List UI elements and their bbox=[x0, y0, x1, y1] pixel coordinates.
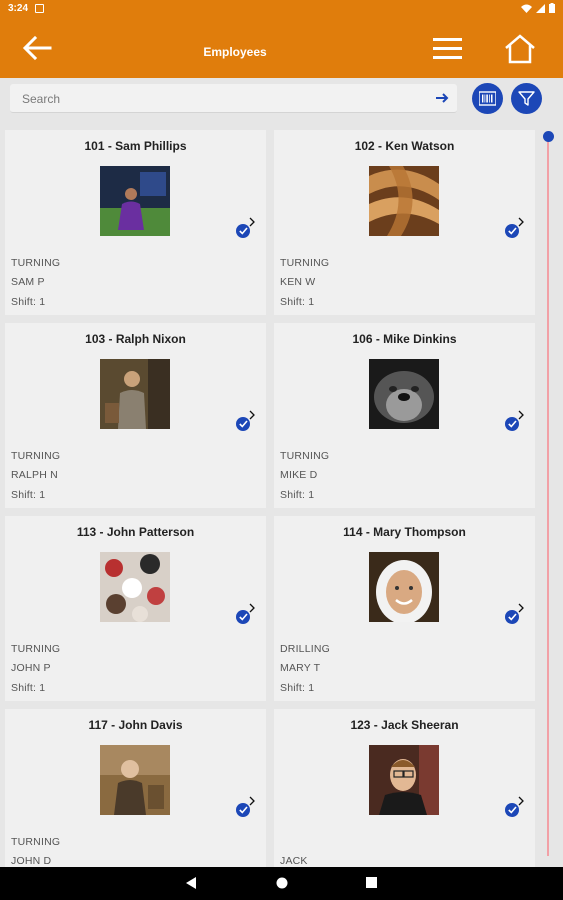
check-icon bbox=[236, 410, 255, 431]
employee-department: TURNING bbox=[280, 450, 330, 462]
employee-shift: Shift: 1 bbox=[280, 682, 315, 694]
arrow-right-icon bbox=[436, 93, 449, 103]
home-icon bbox=[505, 34, 535, 64]
nav-back-icon[interactable] bbox=[186, 877, 197, 889]
employee-card[interactable]: 106 - Mike Dinkins TURNING MIKE D Shift:… bbox=[274, 323, 535, 508]
employee-shift: Shift: 1 bbox=[280, 489, 315, 501]
employee-name: 102 - Ken Watson bbox=[354, 139, 455, 153]
barcode-icon bbox=[479, 91, 496, 106]
system-icons bbox=[521, 3, 555, 13]
employee-photo bbox=[100, 166, 170, 236]
check-icon bbox=[236, 603, 255, 624]
employee-department: TURNING bbox=[11, 643, 61, 655]
employee-name: 103 - Ralph Nixon bbox=[85, 332, 186, 346]
menu-button[interactable] bbox=[430, 34, 466, 64]
employee-photo bbox=[100, 552, 170, 622]
search-bar bbox=[10, 84, 457, 113]
employee-name: 114 - Mary Thompson bbox=[343, 525, 466, 539]
employee-short-name: JOHN D bbox=[11, 855, 52, 867]
employee-card[interactable]: 114 - Mary Thompson DRILLING MARY T Shif… bbox=[274, 516, 535, 701]
employee-card[interactable]: 123 - Jack Sheeran JACK bbox=[274, 709, 535, 867]
employee-card[interactable]: 102 - Ken Watson TURNING KEN W Shift: 1 bbox=[274, 130, 535, 315]
check-icon bbox=[505, 603, 524, 624]
cellular-icon bbox=[536, 3, 545, 13]
employee-department: TURNING bbox=[11, 450, 61, 462]
check-icon bbox=[505, 796, 524, 817]
employee-card[interactable]: 113 - John Patterson TURNING JOHN P Shif… bbox=[5, 516, 266, 701]
employee-card[interactable]: 101 - Sam Phillips TURNING SAM P Shift: … bbox=[5, 130, 266, 315]
check-icon bbox=[236, 796, 255, 817]
employee-shift: Shift: 1 bbox=[11, 682, 46, 694]
scroll-thumb[interactable] bbox=[543, 131, 554, 142]
check-icon bbox=[505, 217, 524, 238]
employee-photo bbox=[369, 359, 439, 429]
employee-name: 101 - Sam Phillips bbox=[84, 139, 187, 153]
hamburger-menu-icon bbox=[433, 38, 462, 59]
wifi-icon bbox=[521, 4, 532, 13]
screen: 3:24 Employees Search 101 - Sam Phillips… bbox=[0, 0, 563, 900]
check-icon bbox=[505, 410, 524, 431]
employee-shift: Shift: 1 bbox=[280, 296, 315, 308]
employee-shift: Shift: 1 bbox=[11, 489, 46, 501]
filter-icon bbox=[518, 91, 535, 106]
employee-short-name: MARY T bbox=[280, 662, 321, 674]
page-title: Employees bbox=[203, 45, 267, 59]
filter-button[interactable] bbox=[511, 83, 542, 114]
employee-grid: 101 - Sam Phillips TURNING SAM P Shift: … bbox=[5, 130, 535, 867]
notification-icon bbox=[35, 4, 44, 13]
employee-photo bbox=[369, 166, 439, 236]
employee-short-name: RALPH N bbox=[11, 469, 58, 481]
nav-recents-icon[interactable] bbox=[366, 877, 377, 888]
employee-short-name: JACK bbox=[280, 855, 308, 867]
employee-department: TURNING bbox=[280, 257, 330, 269]
search-submit-button[interactable] bbox=[435, 91, 449, 105]
employee-shift: Shift: 1 bbox=[11, 296, 46, 308]
battery-icon bbox=[549, 3, 555, 13]
search-input[interactable] bbox=[10, 84, 420, 113]
barcode-scan-button[interactable] bbox=[472, 83, 503, 114]
status-bar: 3:24 bbox=[0, 0, 563, 18]
employee-department: TURNING bbox=[11, 257, 61, 269]
employee-short-name: JOHN P bbox=[11, 662, 51, 674]
check-icon bbox=[236, 217, 255, 238]
employee-photo bbox=[369, 552, 439, 622]
employee-photo bbox=[369, 745, 439, 815]
employee-name: 113 - John Patterson bbox=[76, 525, 195, 539]
employee-name: 123 - Jack Sheeran bbox=[350, 718, 459, 732]
scroll-track[interactable] bbox=[547, 138, 549, 856]
employee-short-name: KEN W bbox=[280, 276, 316, 288]
employee-card[interactable]: 117 - John Davis TURNING JOHN D bbox=[5, 709, 266, 867]
employee-name: 117 - John Davis bbox=[88, 718, 183, 732]
home-button[interactable] bbox=[502, 32, 538, 66]
nav-home-icon[interactable] bbox=[276, 877, 288, 889]
employee-short-name: SAM P bbox=[11, 276, 45, 288]
employee-name: 106 - Mike Dinkins bbox=[352, 332, 457, 346]
employee-department: TURNING bbox=[11, 836, 61, 848]
employee-photo bbox=[100, 359, 170, 429]
system-navigation-bar bbox=[0, 867, 563, 900]
app-bar: Employees bbox=[0, 18, 563, 78]
status-time: 3:24 bbox=[8, 3, 29, 14]
employee-photo bbox=[100, 745, 170, 815]
employee-card[interactable]: 103 - Ralph Nixon TURNING RALPH N Shift:… bbox=[5, 323, 266, 508]
employee-department: DRILLING bbox=[280, 643, 331, 655]
employee-short-name: MIKE D bbox=[280, 469, 318, 481]
